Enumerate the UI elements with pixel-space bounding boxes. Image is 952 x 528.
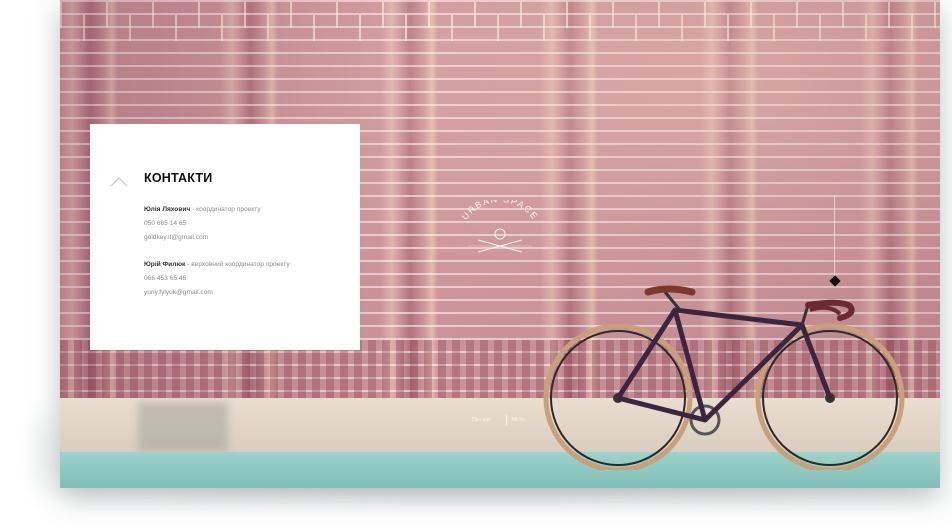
urban-space-logo[interactable]: URBAN SPACE <box>448 194 552 270</box>
logo-mark: URBAN SPACE <box>460 194 541 253</box>
contact-role: - координатор проекту <box>190 206 261 213</box>
logo-text: URBAN SPACE <box>460 194 539 222</box>
contact-role: - верховний координатор проекту <box>185 261 290 268</box>
contact-phone[interactable]: 050 665 14 65 <box>144 220 186 227</box>
hero-screen: URBAN SPACE Про нас Місто <box>60 0 940 488</box>
contacts-card: КОНТАКТИ Юлія Ляхович - координатор прое… <box>90 124 360 350</box>
contact-email[interactable]: goldkey.if@gmail.com <box>144 234 208 241</box>
nav-link-about[interactable]: Про нас <box>472 417 491 423</box>
chevron-up-icon[interactable] <box>110 176 128 188</box>
contact-name-line: Юрій Филюк - верховний координатор проек… <box>144 261 290 268</box>
contact-name-line: Юлія Ляхович - координатор проекту <box>144 206 261 213</box>
contacts-title: КОНТАКТИ <box>144 171 213 185</box>
contact-name: Юлія Ляхович <box>144 206 191 213</box>
nav-link-city[interactable]: Місто <box>512 417 525 423</box>
nav-separator <box>506 415 507 425</box>
bicycle-illustration <box>543 285 905 470</box>
contact-phone[interactable]: 066 453 65 46 <box>144 275 186 282</box>
contact-name: Юрій Филюк <box>144 261 186 268</box>
pin-line <box>834 195 835 281</box>
pavement-drain <box>138 402 228 452</box>
svg-text:URBAN SPACE: URBAN SPACE <box>460 200 541 222</box>
contact-email[interactable]: yuriy.fylyuk@gmail.com <box>144 289 213 296</box>
